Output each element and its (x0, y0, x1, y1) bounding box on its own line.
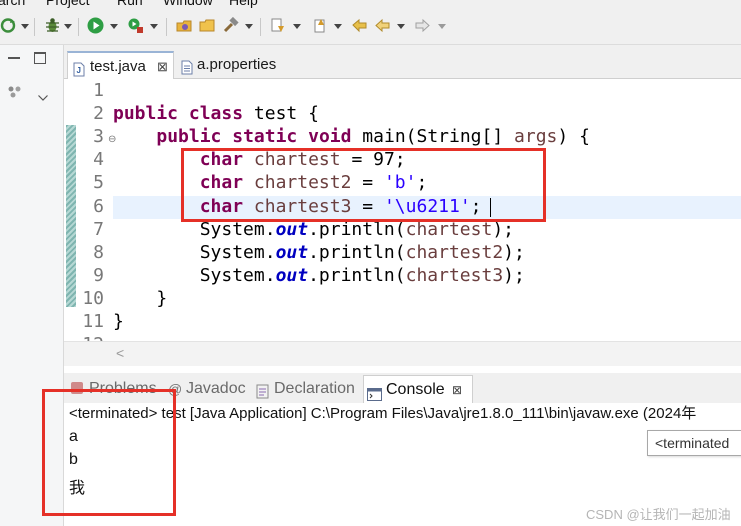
chevron-down-icon[interactable] (438, 24, 446, 29)
highlight-box-output (42, 389, 176, 516)
line-number: 4 (93, 149, 104, 171)
run-icon[interactable] (87, 17, 104, 34)
toolbar-separator (34, 18, 35, 36)
open-folder-icon[interactable] (199, 17, 216, 34)
svg-text:J: J (77, 66, 81, 75)
line-number: 2 (93, 103, 104, 125)
fold-icon[interactable]: ⊖ (108, 134, 116, 145)
menu-search[interactable]: arch (0, 0, 25, 8)
tab-label: Javadoc (186, 380, 246, 397)
line-number: 1 (93, 80, 104, 101)
menu-help[interactable]: Help (229, 0, 258, 8)
toolbar-separator (260, 18, 261, 36)
code-line[interactable]: } (113, 288, 167, 309)
line-number: 3 (93, 126, 104, 148)
chevron-down-icon[interactable] (397, 24, 405, 29)
tab-javadoc[interactable]: @ Javadoc (166, 375, 250, 403)
line-number: 6 (93, 195, 104, 217)
chevron-down-icon[interactable] (64, 24, 72, 29)
view-menu-icon[interactable] (38, 88, 48, 106)
tab-label: Console (386, 381, 445, 398)
menu-project[interactable]: Project (46, 0, 90, 8)
menu-bar: arch Project Run Window Help (0, 0, 741, 8)
horizontal-scrollbar[interactable]: < (64, 341, 741, 366)
close-icon[interactable]: ⊠ (452, 376, 462, 404)
tab-label: a.properties (197, 56, 277, 73)
scroll-left-icon[interactable]: < (116, 345, 124, 361)
code-line[interactable]: public class test { (113, 103, 319, 124)
chevron-down-icon[interactable] (150, 24, 158, 29)
tab-a-properties[interactable]: a.properties (177, 51, 297, 78)
editor-tab-bar: J test.java ⊠ a.properties (64, 45, 741, 80)
code-line[interactable]: System.out.println(chartest3); (113, 265, 525, 286)
tab-console[interactable]: Console ⊠ (363, 375, 473, 404)
watermark: CSDN @让我们一起加油 (586, 507, 731, 522)
open-type-icon[interactable] (176, 17, 193, 34)
chevron-down-icon[interactable] (293, 24, 301, 29)
highlight-box-declarations (181, 148, 546, 222)
toolbar-separator (166, 18, 167, 36)
prev-annotation-icon[interactable] (311, 17, 328, 34)
hierarchy-icon[interactable] (8, 85, 22, 103)
line-number: 5 (93, 172, 104, 194)
tab-label: Declaration (274, 380, 355, 397)
line-number: 11 (82, 311, 104, 332)
code-line[interactable]: } (113, 311, 124, 332)
tab-label: test.java (90, 58, 146, 75)
line-number: 9 (93, 264, 104, 286)
code-line[interactable]: System.out.println(chartest2); (113, 242, 525, 263)
chevron-down-icon[interactable] (21, 24, 29, 29)
toolbar (0, 8, 741, 45)
forward-icon[interactable] (414, 17, 431, 34)
minimize-icon[interactable] (8, 57, 20, 59)
tooltip: <terminated (647, 430, 741, 456)
toolbar-separator (78, 18, 79, 36)
chevron-down-icon[interactable] (334, 24, 342, 29)
last-edit-icon[interactable] (351, 17, 368, 34)
tab-declaration[interactable]: Declaration (253, 375, 360, 403)
line-number: 8 (93, 241, 104, 263)
hammer-icon[interactable] (222, 17, 239, 34)
code-line[interactable]: public static void main(String[] args) { (113, 126, 590, 147)
line-number: 10 (82, 287, 104, 309)
tab-test-java[interactable]: J test.java ⊠ (67, 51, 174, 80)
chevron-down-icon[interactable] (110, 24, 118, 29)
refresh-icon[interactable] (0, 17, 17, 34)
chevron-down-icon[interactable] (245, 24, 253, 29)
maximize-icon[interactable] (34, 52, 46, 64)
external-tools-icon[interactable] (127, 17, 144, 34)
back-icon[interactable] (374, 17, 391, 34)
bug-icon[interactable] (44, 17, 61, 34)
menu-run[interactable]: Run (117, 0, 143, 8)
menu-window[interactable]: Window (163, 0, 213, 8)
line-number: 7 (93, 218, 104, 240)
close-icon[interactable]: ⊠ (157, 53, 168, 80)
next-annotation-icon[interactable] (270, 17, 287, 34)
